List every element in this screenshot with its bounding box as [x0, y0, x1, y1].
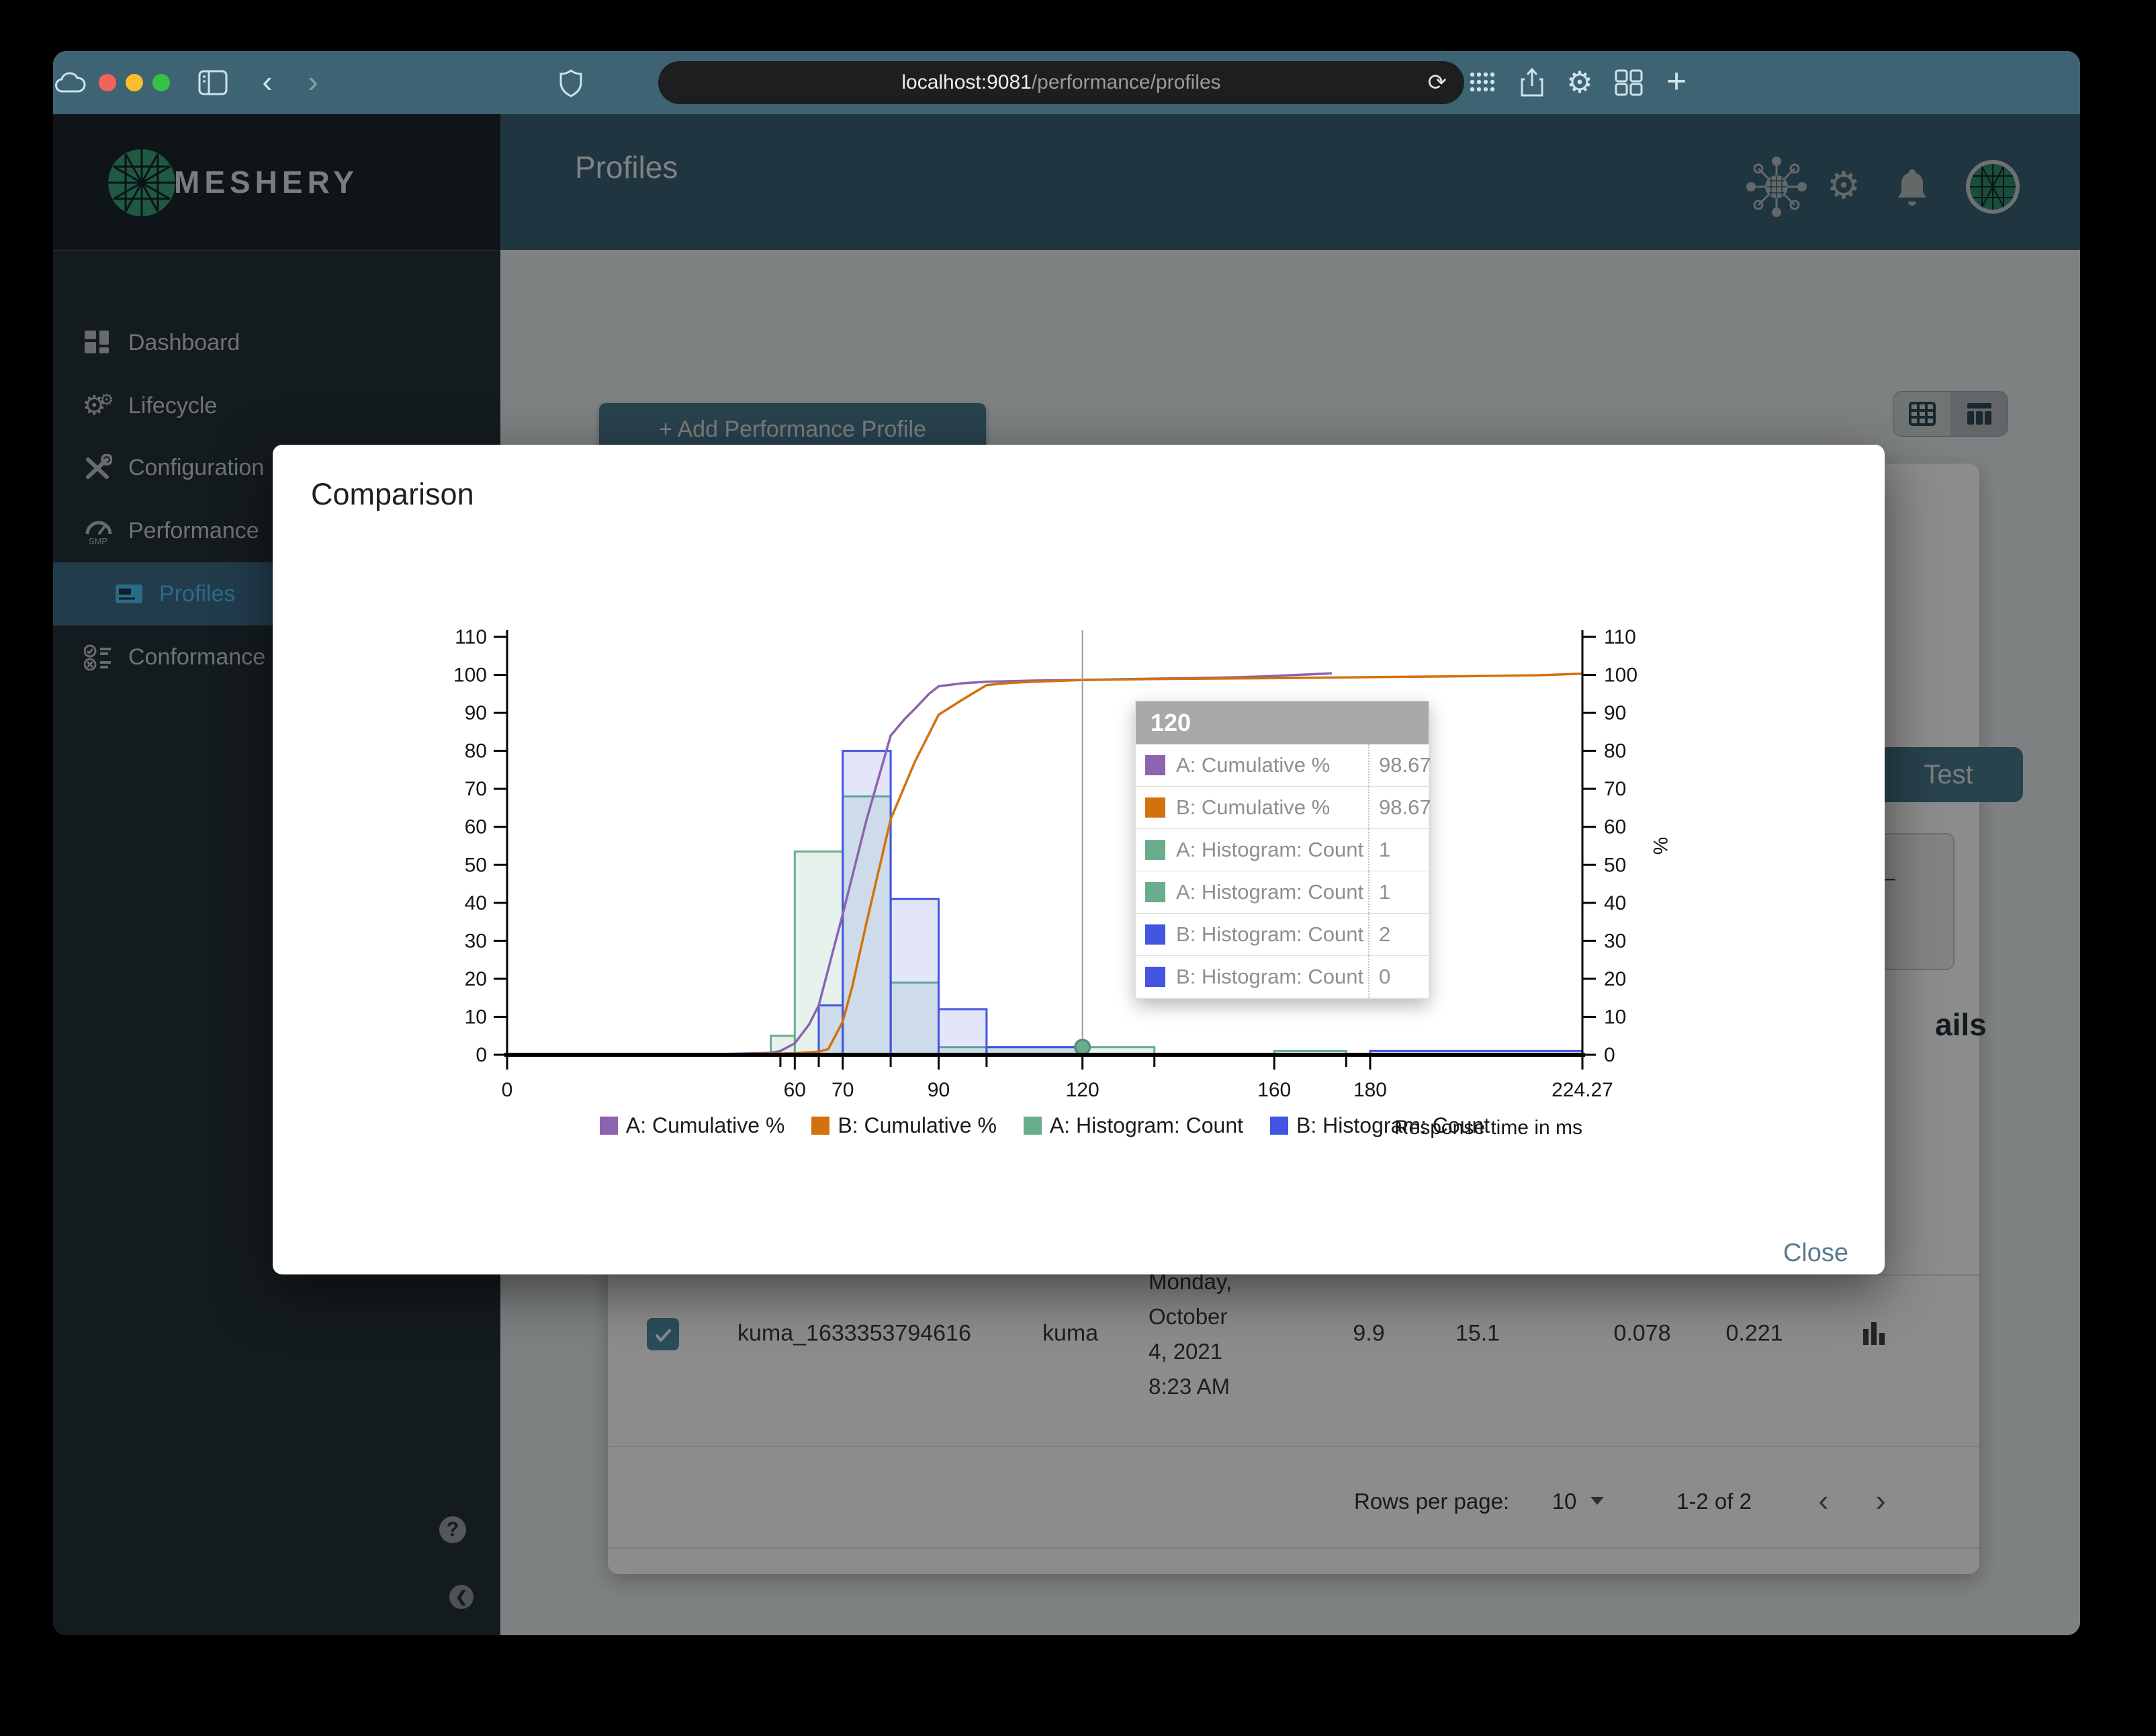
legend-swatch [1023, 1117, 1042, 1135]
svg-text:100: 100 [1604, 664, 1637, 687]
svg-text:30: 30 [465, 930, 487, 952]
svg-text:90: 90 [465, 702, 487, 724]
comparison-chart: 0 010 1020 2030 3040 4050 5060 6070 7080 8090 9010… [453, 626, 1671, 1139]
tooltip-label: A: Histogram: Count [1176, 880, 1364, 904]
tooltip-label: B: Cumulative % [1176, 795, 1331, 819]
legend-label: B: Cumulative % [838, 1113, 997, 1137]
legend-item[interactable]: B: Cumulative % [811, 1113, 997, 1138]
tooltip-value: 2 [1368, 914, 1429, 955]
legend-label: B: Histogram: Count [1296, 1113, 1490, 1137]
tooltip-swatch [1145, 967, 1165, 987]
browser-window: ‹ › localhost:9081/performance/profiles … [53, 51, 2080, 1635]
tooltip-title: 120 [1136, 701, 1429, 744]
svg-text:50: 50 [465, 854, 487, 876]
svg-text:70: 70 [832, 1079, 854, 1101]
tooltip-swatch [1145, 882, 1165, 902]
legend-swatch [811, 1117, 830, 1135]
svg-text:50: 50 [1604, 854, 1626, 876]
tooltip-row: B: Histogram: Count 0 [1136, 956, 1429, 998]
legend-swatch [1270, 1117, 1289, 1135]
svg-text:224.27: 224.27 [1552, 1079, 1613, 1101]
legend-item[interactable]: A: Cumulative % [599, 1113, 785, 1138]
svg-text:70: 70 [1604, 778, 1626, 800]
comparison-dialog: Comparison 0 0 10 10 20 20 30 30 40 40 50 50 60 60 70 7… [273, 445, 1885, 1274]
svg-text:180: 180 [1353, 1079, 1387, 1101]
tooltip-row: A: Histogram: Count 1 [1136, 871, 1429, 914]
tooltip-label: A: Cumulative % [1176, 753, 1331, 777]
window-zoom-button[interactable] [152, 74, 170, 91]
tooltip-label: A: Histogram: Count [1176, 838, 1364, 861]
window-minimize-button[interactable] [126, 74, 143, 91]
svg-text:110: 110 [455, 626, 487, 648]
tooltip-value: 1 [1368, 829, 1429, 871]
back-icon[interactable]: ‹ [262, 63, 272, 99]
legend-item[interactable]: B: Histogram: Count [1270, 1113, 1490, 1138]
chart-legend: A: Cumulative % B: Cumulative % A: Histogr… [507, 1113, 1582, 1138]
browser-toolbar: ‹ › localhost:9081/performance/profiles … [53, 51, 2080, 114]
svg-text:%: % [1649, 837, 1671, 855]
share-icon[interactable] [1519, 67, 1545, 98]
tooltip-swatch [1145, 797, 1165, 818]
svg-text:40: 40 [465, 892, 487, 914]
url-bar[interactable]: localhost:9081/performance/profiles ⟳ [658, 61, 1464, 104]
svg-text:10: 10 [1604, 1006, 1626, 1028]
svg-text:60: 60 [784, 1079, 806, 1101]
tooltip-row: B: Histogram: Count 2 [1136, 914, 1429, 956]
svg-text:10: 10 [465, 1006, 487, 1028]
svg-text:30: 30 [1604, 930, 1626, 952]
legend-label: A: Cumulative % [625, 1113, 785, 1137]
svg-text:90: 90 [1604, 702, 1626, 724]
svg-text:20: 20 [1604, 968, 1626, 990]
screenshot-frame: ‹ › localhost:9081/performance/profiles … [0, 0, 2156, 1736]
shield-icon[interactable] [559, 69, 583, 97]
svg-text:70: 70 [465, 778, 487, 800]
url-host: localhost:9081 [901, 71, 1032, 93]
tooltip-row: A: Cumulative % 98.67 [1136, 744, 1431, 787]
url-path: /performance/profiles [1031, 71, 1221, 93]
new-tab-icon[interactable]: + [1666, 61, 1687, 101]
legend-item[interactable]: A: Histogram: Count [1023, 1113, 1244, 1138]
tooltip-swatch [1145, 755, 1165, 775]
cloud-icon[interactable] [53, 71, 88, 95]
svg-text:160: 160 [1257, 1079, 1291, 1101]
tab-overview-icon[interactable] [1615, 69, 1643, 96]
tooltip-label: B: Histogram: Count [1176, 965, 1364, 988]
tooltip-row: A: Histogram: Count 1 [1136, 829, 1429, 871]
window-close-button[interactable] [99, 74, 116, 91]
svg-text:0: 0 [1604, 1044, 1615, 1066]
legend-label: A: Histogram: Count [1049, 1113, 1244, 1137]
svg-text:60: 60 [1604, 816, 1626, 838]
svg-text:80: 80 [465, 740, 487, 763]
svg-text:0: 0 [502, 1079, 513, 1101]
svg-text:20: 20 [465, 968, 487, 990]
tooltip-value: 98.67 [1368, 744, 1431, 786]
chart-tooltip: 120 A: Cumulative % 98.67 B: Cumulative % 9… [1135, 701, 1431, 999]
svg-text:40: 40 [1604, 892, 1626, 914]
svg-text:0: 0 [476, 1044, 487, 1066]
tooltip-value: 98.67 [1368, 787, 1431, 828]
svg-text:100: 100 [453, 664, 487, 687]
reload-icon[interactable]: ⟳ [1428, 69, 1447, 96]
svg-text:110: 110 [1604, 626, 1636, 648]
tooltip-value: 1 [1368, 871, 1429, 913]
svg-text:120: 120 [1066, 1079, 1099, 1101]
sidebar-toggle-icon[interactable] [198, 70, 228, 95]
tooltip-row: B: Cumulative % 98.67 [1136, 787, 1431, 829]
settings-gear-icon[interactable]: ⚙ [1566, 66, 1592, 100]
svg-text:90: 90 [928, 1079, 950, 1101]
tooltip-value: 0 [1368, 956, 1429, 998]
app-grid-icon[interactable] [1468, 71, 1498, 95]
forward-icon[interactable]: › [308, 63, 318, 99]
tooltip-label: B: Histogram: Count [1176, 922, 1364, 946]
close-button[interactable]: Close [1783, 1239, 1848, 1268]
legend-swatch [599, 1117, 618, 1135]
svg-text:60: 60 [465, 816, 487, 838]
tooltip-swatch [1145, 924, 1165, 945]
tooltip-swatch [1145, 840, 1165, 860]
svg-text:80: 80 [1604, 740, 1626, 763]
